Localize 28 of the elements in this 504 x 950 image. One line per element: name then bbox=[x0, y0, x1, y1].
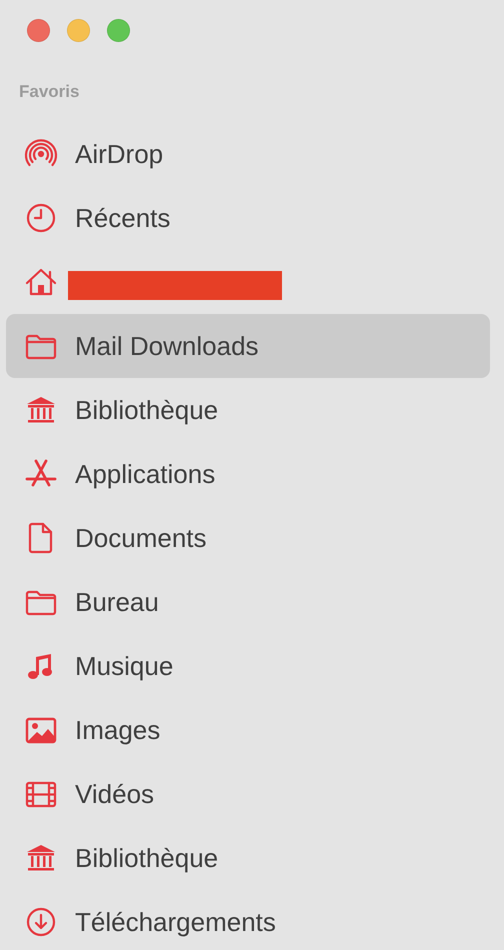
item-label: Vidéos bbox=[75, 778, 154, 810]
minimize-button[interactable] bbox=[67, 19, 90, 42]
sidebar-item[interactable]: Téléchargements bbox=[6, 890, 490, 950]
item-label: Applications bbox=[75, 458, 216, 490]
item-label: Bibliothèque bbox=[75, 394, 218, 426]
sidebar-item[interactable]: Mail Downloads bbox=[6, 314, 490, 378]
sidebar-item[interactable]: Images bbox=[6, 698, 490, 762]
item-label: AirDrop bbox=[75, 138, 164, 170]
item-label: Bureau bbox=[75, 586, 159, 618]
item-label: Musique bbox=[75, 650, 174, 682]
sidebar-item[interactable]: Bibliothèque bbox=[6, 826, 490, 890]
item-label: Images bbox=[75, 714, 160, 746]
zoom-button[interactable] bbox=[107, 19, 130, 42]
close-button[interactable] bbox=[27, 19, 50, 42]
sidebar-item[interactable]: Bureau bbox=[6, 570, 490, 634]
item-label: Mail Downloads bbox=[75, 330, 259, 362]
sidebar-item[interactable]: Récents bbox=[6, 186, 490, 250]
item-label: Récents bbox=[75, 202, 170, 234]
item-label: Bibliothèque bbox=[75, 842, 218, 874]
sidebar-item[interactable]: Vidéos bbox=[6, 762, 490, 826]
sidebar-item[interactable]: Applications bbox=[6, 442, 490, 506]
sidebar-item[interactable]: Bibliothèque bbox=[6, 378, 490, 442]
section-header: Favoris bbox=[19, 82, 80, 102]
item-label: Documents bbox=[75, 522, 206, 554]
sidebar-item[interactable]: Musique bbox=[6, 634, 490, 698]
sidebar-item[interactable]: Documents bbox=[6, 506, 490, 570]
item-label: Téléchargements bbox=[75, 906, 276, 938]
sidebar-item[interactable]: AirDrop bbox=[6, 122, 490, 186]
